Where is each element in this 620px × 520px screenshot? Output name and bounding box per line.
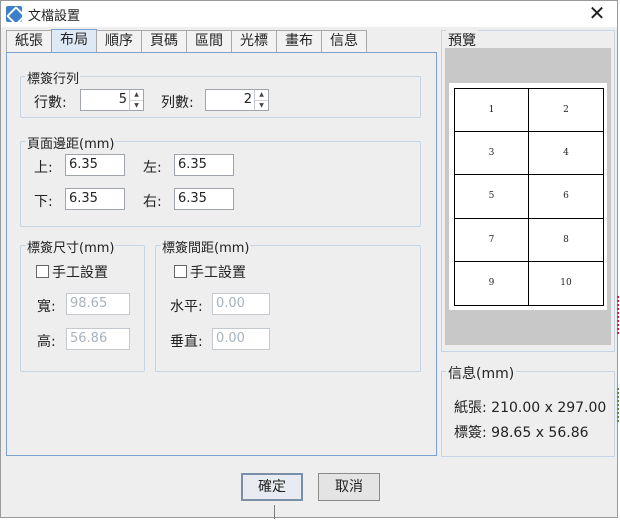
- label-width-input[interactable]: 98.65: [66, 293, 130, 315]
- margin-left-label: 左:: [143, 160, 162, 176]
- preview-label-cell: 9: [455, 261, 529, 305]
- preview-label-cell: 4: [529, 132, 603, 176]
- horizontal-spacing-input[interactable]: 0.00: [212, 293, 270, 315]
- title-bar: 文檔設置 ✕: [1, 1, 617, 27]
- document-settings-dialog: 文檔設置 ✕ 紙張 布局 順序 頁碼 區間 光標 畫布 信息 標簽行列 行數: …: [0, 0, 618, 518]
- info-paper-row: 紙張: 210.00 x 297.00: [454, 397, 606, 417]
- cols-spinner[interactable]: 2 ▲ ▼: [205, 89, 269, 111]
- spin-up-icon[interactable]: ▲: [130, 90, 143, 100]
- margin-right-label: 右:: [143, 194, 162, 210]
- group-title: 頁面邊距(mm): [26, 133, 116, 152]
- background-window-edge: [616, 296, 619, 334]
- label-height-label: 高:: [37, 334, 56, 350]
- preview-label-cell: 2: [529, 89, 603, 133]
- rows-value: 5: [118, 92, 127, 107]
- preview-label-cell: 6: [529, 175, 603, 219]
- tab-info[interactable]: 信息: [321, 30, 367, 53]
- resize-grip: [274, 505, 275, 519]
- rows-spinner[interactable]: 5 ▲ ▼: [80, 89, 144, 111]
- background-window-edge: [616, 388, 619, 422]
- label-size-group: 標簽尺寸(mm) 手工設置 寬: 98.65 高: 56.86: [20, 237, 145, 372]
- label-spacing-group: 標簽間距(mm) 手工設置 水平: 0.00 垂直: 0.00: [155, 237, 421, 372]
- cols-value: 2: [243, 92, 252, 107]
- cancel-button[interactable]: 取消: [318, 473, 380, 501]
- label-size-manual-label: 手工設置: [52, 265, 108, 281]
- label-spacing-manual-label: 手工設置: [190, 265, 246, 281]
- preview-label-cell: 10: [560, 278, 572, 289]
- tab-page-number[interactable]: 頁碼: [141, 30, 187, 53]
- window-title: 文檔設置: [28, 8, 81, 24]
- layout-tab-panel: 標簽行列 行數: 5 ▲ ▼ 列數: 2 ▲ ▼ 頁面邊距(mm) 上: 6.3…: [6, 52, 437, 456]
- label-spacing-manual-checkbox[interactable]: [174, 265, 187, 278]
- group-title: 標簽間距(mm): [161, 237, 251, 256]
- info-label-value: 98.65 x 56.86: [491, 425, 589, 441]
- preview-label-cell: 1: [455, 89, 529, 133]
- cols-label: 列數:: [161, 95, 194, 111]
- info-paper-label: 紙張:: [454, 400, 487, 416]
- label-width-label: 寬:: [37, 299, 56, 315]
- vertical-spacing-label: 垂直:: [170, 334, 203, 350]
- label-rows-cols-group: 標簽行列 行數: 5 ▲ ▼ 列數: 2 ▲ ▼: [20, 68, 421, 118]
- info-label-row: 標簽: 98.65 x 56.86: [454, 422, 589, 442]
- preview-label-cell: 8: [529, 219, 603, 262]
- margin-right-input[interactable]: 6.35: [174, 188, 234, 210]
- horizontal-spacing-label: 水平:: [170, 299, 203, 315]
- ok-button[interactable]: 確定: [241, 473, 303, 501]
- group-title: 標簽行列: [26, 68, 81, 87]
- preview-label-cell: 7: [455, 218, 529, 262]
- preview-label-cell: 3: [455, 132, 529, 176]
- preview-title: 預覽: [446, 30, 478, 50]
- spin-up-icon[interactable]: ▲: [255, 90, 268, 100]
- close-icon[interactable]: ✕: [585, 2, 609, 26]
- group-title: 標簽尺寸(mm): [26, 237, 116, 256]
- margin-top-label: 上:: [34, 160, 53, 176]
- spin-down-icon[interactable]: ▼: [255, 100, 268, 110]
- tab-canvas[interactable]: 畫布: [276, 30, 322, 53]
- tab-bar: 紙張 布局 順序 頁碼 區間 光標 畫布 信息: [6, 29, 367, 53]
- rows-label: 行數:: [34, 95, 67, 111]
- label-size-manual-checkbox[interactable]: [36, 265, 49, 278]
- cols-spin-buttons[interactable]: ▲ ▼: [254, 90, 268, 110]
- info-group: 信息(mm) 紙張: 210.00 x 297.00 標簽: 98.65 x 5…: [441, 363, 615, 457]
- margin-bottom-input[interactable]: 6.35: [65, 188, 125, 210]
- label-height-input[interactable]: 56.86: [66, 328, 130, 350]
- tab-paper[interactable]: 紙張: [6, 30, 52, 53]
- tab-order[interactable]: 順序: [96, 30, 142, 53]
- preview-label-grid: 1 2 3 4 5 6 7 8 9 10: [454, 88, 604, 306]
- preview-canvas: 1 2 3 4 5 6 7 8 9 10: [445, 48, 611, 345]
- tab-cursor[interactable]: 光標: [231, 30, 277, 53]
- info-label-label: 標簽:: [454, 425, 487, 441]
- tab-range[interactable]: 區間: [186, 30, 232, 53]
- spin-down-icon[interactable]: ▼: [130, 100, 143, 110]
- margin-left-input[interactable]: 6.35: [174, 154, 234, 176]
- margin-bottom-label: 下:: [34, 194, 53, 210]
- preview-label-cell: 5: [455, 175, 529, 219]
- info-title: 信息(mm): [446, 363, 517, 383]
- margin-top-input[interactable]: 6.35: [65, 154, 125, 176]
- rows-spin-buttons[interactable]: ▲ ▼: [129, 90, 143, 110]
- preview-group: 預覽 1 2 3 4 5 6 7 8 9 10: [441, 30, 615, 352]
- page-margins-group: 頁面邊距(mm) 上: 6.35 左: 6.35 下: 6.35 右: 6.35: [20, 133, 421, 227]
- tab-layout[interactable]: 布局: [51, 29, 97, 53]
- vertical-spacing-input[interactable]: 0.00: [212, 328, 270, 350]
- preview-paper: 1 2 3 4 5 6 7 8 9 10: [449, 83, 607, 310]
- info-paper-value: 210.00 x 297.00: [491, 400, 607, 416]
- app-icon: [6, 6, 22, 22]
